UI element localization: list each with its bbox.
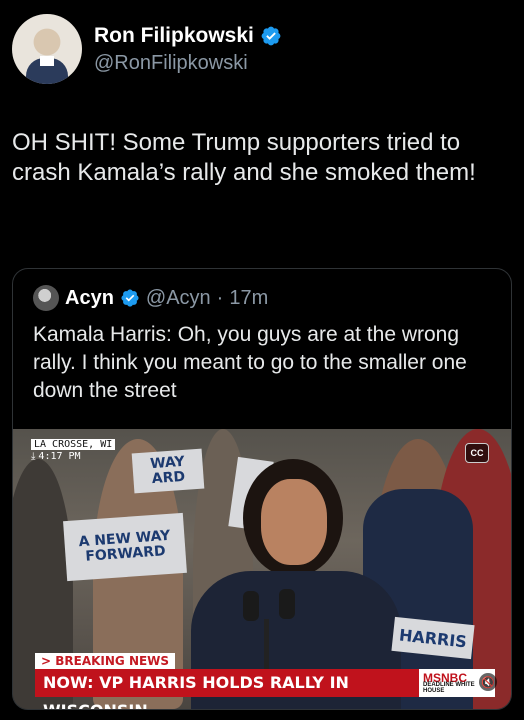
author-avatar[interactable] (12, 14, 82, 84)
quote-separator: · (216, 286, 224, 309)
quote-handle[interactable]: @Acyn (146, 287, 211, 310)
speaker-face (261, 479, 327, 565)
avatar-collar (40, 56, 54, 66)
rally-sign: WAY ARD (131, 448, 205, 494)
download-icon: ⤓ (31, 451, 36, 462)
tweet-text: OH SHIT! Some Trump supporters tried to … (12, 129, 476, 186)
closed-captions-button[interactable]: CC (465, 443, 489, 463)
verified-badge-icon (121, 289, 139, 307)
verified-badge-icon (261, 26, 281, 45)
tweet-header: Ron Filipkowski @RonFilipkowski (12, 14, 282, 84)
quote-time[interactable]: 17m (229, 287, 268, 310)
location-bug: LA CROSSE, WI ⤓ 4:17 PM (31, 439, 116, 462)
news-chyron: NOW: VP HARRIS HOLDS RALLY IN WISCONSIN (35, 669, 419, 709)
author-handle[interactable]: @RonFilipkowski (94, 52, 282, 75)
quote-display-name[interactable]: Acyn (65, 287, 114, 310)
live-time: 4:17 PM (38, 451, 81, 462)
microphone (279, 589, 295, 619)
microphone (243, 591, 259, 621)
author-display-name[interactable]: Ron Filipkowski (94, 24, 254, 48)
live-time-row: ⤓ 4:17 PM (31, 451, 115, 462)
breaking-news-label: > BREAKING NEWS (35, 653, 176, 669)
quote-avatar[interactable] (33, 285, 59, 311)
rally-sign: A NEW WAY FORWARD (63, 512, 187, 582)
quote-text: Kamala Harris: Oh, you guys are at the w… (33, 323, 467, 402)
author-name-block: Ron Filipkowski @RonFilipkowski (94, 24, 282, 75)
location-text: LA CROSSE, WI (31, 439, 116, 450)
speaker-muted-icon[interactable]: 🔇 (479, 673, 497, 691)
video-player[interactable]: WAY ARD A NEW WAY FORWARD HARRIS LA CROS… (13, 429, 511, 709)
author-name-row: Ron Filipkowski (94, 24, 282, 48)
quoted-tweet-card[interactable]: Acyn @Acyn · 17m Kamala Harris: Oh, you … (12, 268, 512, 710)
quote-header: Acyn @Acyn · 17m (33, 285, 268, 311)
